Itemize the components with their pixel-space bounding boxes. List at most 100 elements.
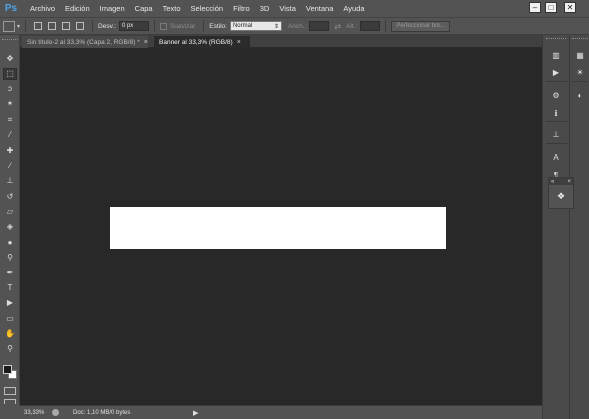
refine-edge-button[interactable]: Perfeccionar bor... [391,20,451,32]
move-tool-icon[interactable]: ✥ [3,53,17,65]
menu-ventana[interactable]: Ventana [301,4,339,13]
document-tabs: Sin título-2 al 33,3% (Capa 2, RGB/8) * … [20,35,542,48]
menu-ayuda[interactable]: Ayuda [338,4,369,13]
blur-tool-icon[interactable]: ● [3,237,17,249]
minimize-button[interactable]: – [529,2,541,13]
close-icon[interactable]: × [144,39,148,46]
crop-tool-icon[interactable]: ⌗ [3,114,17,126]
layers-panel-header: « × [549,178,573,185]
status-bar: 33,33% Doc: 1,10 MB/0 bytes ▶ [20,405,542,419]
menu-edicion[interactable]: Edición [60,4,95,13]
dock-grip[interactable] [572,38,588,41]
pen-tool-icon[interactable]: ✒ [3,267,17,279]
canvas-area[interactable] [20,48,542,405]
style-select[interactable]: Normal ⇕ [229,21,282,31]
menu-bar: Ps Archivo Edición Imagen Capa Texto Sel… [0,0,589,17]
menu-vista[interactable]: Vista [274,4,301,13]
swap-dimensions-icon[interactable]: ⇄ [334,22,341,31]
panel-dock-column-2: ▦ ☀ ◐ [569,35,589,419]
separator [25,20,27,32]
eraser-tool-icon[interactable]: ▱ [3,206,17,218]
antialias-checkbox[interactable] [159,22,167,30]
zoom-level[interactable]: 33,33% [20,410,48,416]
adjustments-icon[interactable]: ⚙ [549,89,563,101]
rectangle-tool-icon[interactable]: ▭ [3,313,17,325]
marquee-tool-icon[interactable]: ⬚ [3,68,17,80]
healing-brush-tool-icon[interactable]: ✚ [3,145,17,157]
new-selection-icon[interactable] [34,22,43,30]
document-canvas[interactable] [110,207,446,249]
dock-grip[interactable] [546,38,566,41]
info-icon[interactable]: ℹ [549,107,563,119]
clone-stamp-tool-icon[interactable]: ⊥ [3,175,17,187]
history-brush-tool-icon[interactable]: ↺ [3,191,17,203]
add-to-selection-icon[interactable] [48,22,57,30]
style-label: Estilo: [209,22,227,30]
menu-capa[interactable]: Capa [130,4,158,13]
style-select-value: Normal [232,23,253,29]
path-selection-tool-icon[interactable]: ▶ [3,297,17,309]
paint-bucket-tool-icon[interactable]: ◈ [3,221,17,233]
panel-separator [546,121,567,122]
maximize-button[interactable]: □ [545,2,557,13]
menu-archivo[interactable]: Archivo [25,4,60,13]
close-icon[interactable]: × [237,39,241,46]
width-input[interactable] [309,21,330,31]
character-icon[interactable]: A [549,151,563,163]
chevron-down-icon: ⇕ [273,23,279,30]
menu-seleccion[interactable]: Selección [186,4,229,13]
menu-3d[interactable]: 3D [255,4,275,13]
type-tool-icon[interactable]: T [3,282,17,294]
separator [385,20,387,32]
panel-separator [572,81,588,82]
subtract-selection-icon[interactable] [62,22,71,30]
layers-panel-collapsed: « × ❖ [548,177,574,209]
height-label: Alt.: [346,22,358,30]
separator [92,20,94,32]
intersect-selection-icon[interactable] [76,22,85,30]
status-menu-arrow-icon[interactable]: ▶ [193,409,198,417]
separator [203,20,205,32]
tab-banner[interactable]: Banner al 33,3% (RGB/8) × [154,36,250,48]
preset-dropdown-arrow-icon[interactable]: ▾ [17,23,20,30]
photoshop-logo: Ps [4,3,18,14]
play-actions-icon[interactable]: ▶ [549,66,563,78]
feather-input[interactable]: 0 px [118,21,149,31]
tab-label: Banner al 33,3% (RGB/8) [159,38,233,46]
menu-texto[interactable]: Texto [158,4,186,13]
align-icon[interactable]: ⊥ [549,128,563,140]
panel-dock-column-1: ▥ ▶ ⚙ ℹ ⊥ A ¶ [542,35,569,419]
tab-sin-titulo-2[interactable]: Sin título-2 al 33,3% (Capa 2, RGB/8) * … [22,36,148,48]
height-input[interactable] [360,21,381,31]
eyedropper-tool-icon[interactable]: ⁄ [3,129,17,141]
document-info: Doc: 1,10 MB/0 bytes [73,409,131,416]
layers-icon[interactable]: ❖ [554,189,568,203]
swatches-grid-icon[interactable]: ▦ [573,49,587,61]
histogram-icon[interactable]: ▥ [549,49,563,61]
styles-icon[interactable]: ◐ [573,89,587,101]
brightness-icon[interactable]: ☀ [573,66,587,78]
panel-separator [546,143,567,144]
options-bar: ▾ Desv.: 0 px Suavizar Estilo: Normal ⇕ … [0,17,589,35]
lasso-tool-icon[interactable]: ↄ [3,83,17,95]
zoom-tool-icon[interactable]: ⚲ [3,343,17,355]
hand-tool-icon[interactable]: ✋ [3,328,17,340]
quick-mask-icon[interactable] [4,387,16,395]
collapse-icon[interactable]: « [551,179,554,185]
menu-imagen[interactable]: Imagen [95,4,130,13]
status-info-icon[interactable] [52,409,59,416]
marquee-preset-icon[interactable] [3,20,15,32]
screen-mode-icon[interactable] [4,399,16,404]
quick-selection-tool-icon[interactable]: ✶ [3,98,17,110]
panel-separator [546,81,567,82]
tab-label: Sin título-2 al 33,3% (Capa 2, RGB/8) * [27,38,140,46]
menu-filtro[interactable]: Filtro [228,4,255,13]
close-window-button[interactable]: ✕ [564,2,576,13]
antialias-label: Suavizar [169,22,196,30]
foreground-color-swatch[interactable] [3,365,12,374]
tools-panel: ✥ ⬚ ↄ ✶ ⌗ ⁄ ✚ ∕ ⊥ ↺ ▱ ◈ ● ⚲ ✒ T ▶ ▭ ✋ ⚲ [0,35,20,405]
close-icon[interactable]: × [567,179,571,185]
dodge-tool-icon[interactable]: ⚲ [3,252,17,264]
brush-tool-icon[interactable]: ∕ [3,160,17,172]
toolbar-grip[interactable] [2,39,18,42]
